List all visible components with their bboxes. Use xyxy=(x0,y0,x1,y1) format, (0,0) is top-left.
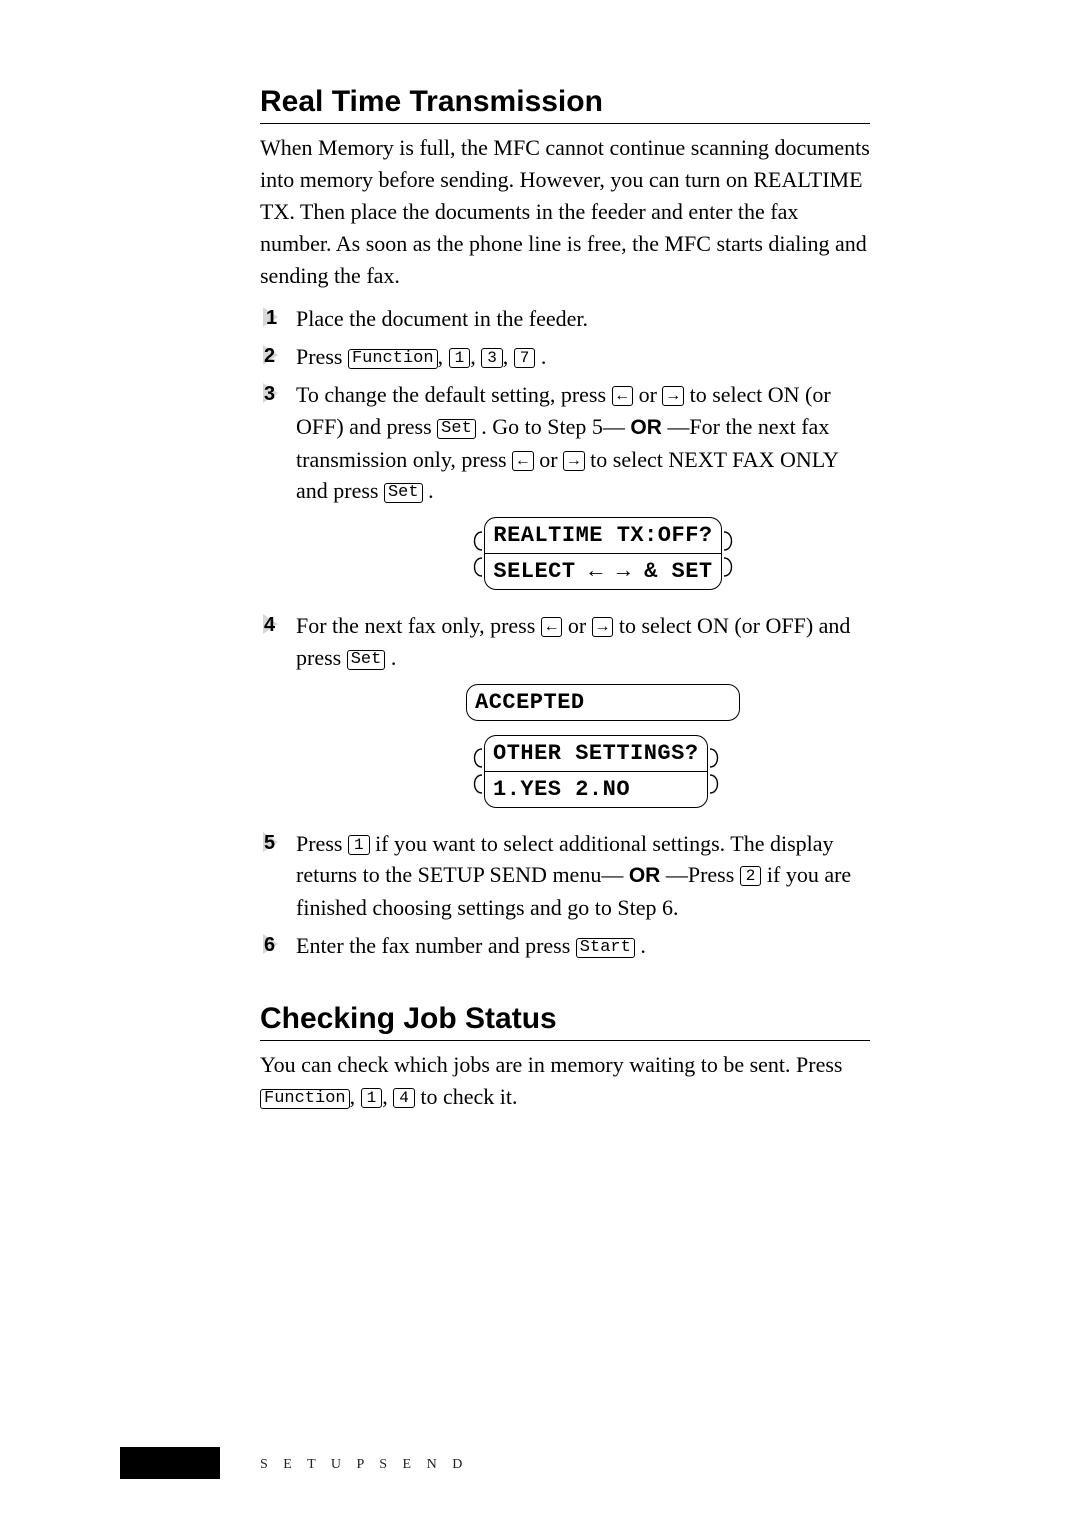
step-1-text: Place the document in the feeder. xyxy=(296,303,870,335)
key-set: Set xyxy=(347,650,386,670)
step-number-6: 6 xyxy=(260,930,288,958)
t: to check it. xyxy=(420,1084,517,1109)
footer-text: S E T U P S E N D xyxy=(260,1457,468,1473)
lcd-display-2-3: ACCEPTED OTHER SETTINGS? 1.YES 2.NO xyxy=(296,684,870,808)
t: You can check which jobs are in memory w… xyxy=(260,1052,842,1077)
t: —Press xyxy=(666,862,740,887)
t: . xyxy=(428,478,434,503)
key-4: 4 xyxy=(393,1088,415,1108)
t: Enter the fax number and press xyxy=(296,933,576,958)
bracket-right-icon xyxy=(722,531,740,577)
key-start: Start xyxy=(576,938,635,958)
bracket-left-icon xyxy=(466,748,484,794)
t: Press xyxy=(296,831,348,856)
lcd-line: SELECT ← → & SET xyxy=(484,553,721,590)
step-number-5: 5 xyxy=(260,828,288,856)
bracket-right-icon xyxy=(708,748,726,794)
key-3: 3 xyxy=(481,348,503,368)
t: To change the default setting, press xyxy=(296,382,612,407)
lcd-line: REALTIME TX:OFF? xyxy=(484,517,721,553)
t: . Go to Step 5— xyxy=(481,414,625,439)
key-right: → xyxy=(592,617,614,637)
key-7: 7 xyxy=(514,348,536,368)
lcd-line: 1.YES 2.NO xyxy=(484,771,708,808)
t: Press xyxy=(296,344,348,369)
t: or xyxy=(639,382,663,407)
key-function: Function xyxy=(260,1089,350,1109)
step-2-text: Press Function, 1, 3, 7 . xyxy=(296,341,870,373)
key-2: 2 xyxy=(740,866,762,886)
section-heading-2: Checking Job Status xyxy=(260,1002,870,1036)
lcd-line: ACCEPTED xyxy=(466,684,740,721)
step-3-text: To change the default setting, press ← o… xyxy=(296,379,870,604)
key-set: Set xyxy=(384,483,423,503)
t: . xyxy=(541,344,547,369)
lcd-display-1: REALTIME TX:OFF? SELECT ← → & SET xyxy=(296,517,870,590)
step-4-text: For the next fax only, press ← or → to s… xyxy=(296,610,870,821)
svg-text:6: 6 xyxy=(264,934,275,956)
key-set: Set xyxy=(437,419,476,439)
key-left: ← xyxy=(612,386,634,406)
step-number-1: 1 xyxy=(260,303,288,331)
t: or xyxy=(539,447,563,472)
footer-bar xyxy=(120,1447,220,1479)
section2-body: You can check which jobs are in memory w… xyxy=(260,1049,870,1113)
t: or xyxy=(568,613,592,638)
key-right: → xyxy=(563,451,585,471)
t: . xyxy=(640,933,646,958)
svg-text:2: 2 xyxy=(264,345,275,367)
step-5-text: Press 1 if you want to select additional… xyxy=(296,828,870,924)
svg-text:1: 1 xyxy=(266,307,277,329)
page-footer: S E T U P S E N D xyxy=(0,1447,1080,1479)
key-left: ← xyxy=(541,617,563,637)
svg-text:5: 5 xyxy=(264,832,275,854)
step-6-text: Enter the fax number and press Start . xyxy=(296,930,870,962)
section-heading-1: Real Time Transmission xyxy=(260,85,870,119)
t: For the next fax only, press xyxy=(296,613,541,638)
divider xyxy=(260,123,870,124)
t: . xyxy=(391,645,397,670)
key-1: 1 xyxy=(449,348,471,368)
key-1: 1 xyxy=(348,835,370,855)
key-1: 1 xyxy=(361,1088,383,1108)
divider xyxy=(260,1040,870,1041)
section1-intro: When Memory is full, the MFC cannot cont… xyxy=(260,132,870,291)
step-number-2: 2 xyxy=(260,341,288,369)
step-number-3: 3 xyxy=(260,379,288,407)
key-left: ← xyxy=(512,451,534,471)
step-number-4: 4 xyxy=(260,610,288,638)
bracket-left-icon xyxy=(466,531,484,577)
key-right: → xyxy=(662,386,684,406)
svg-text:4: 4 xyxy=(264,614,276,636)
key-function: Function xyxy=(348,349,438,369)
svg-text:3: 3 xyxy=(264,383,275,405)
lcd-line: OTHER SETTINGS? xyxy=(484,735,708,771)
or: OR xyxy=(629,864,661,887)
steps-list: 1 Place the document in the feeder. 2 Pr… xyxy=(260,303,870,961)
or: OR xyxy=(630,416,662,439)
